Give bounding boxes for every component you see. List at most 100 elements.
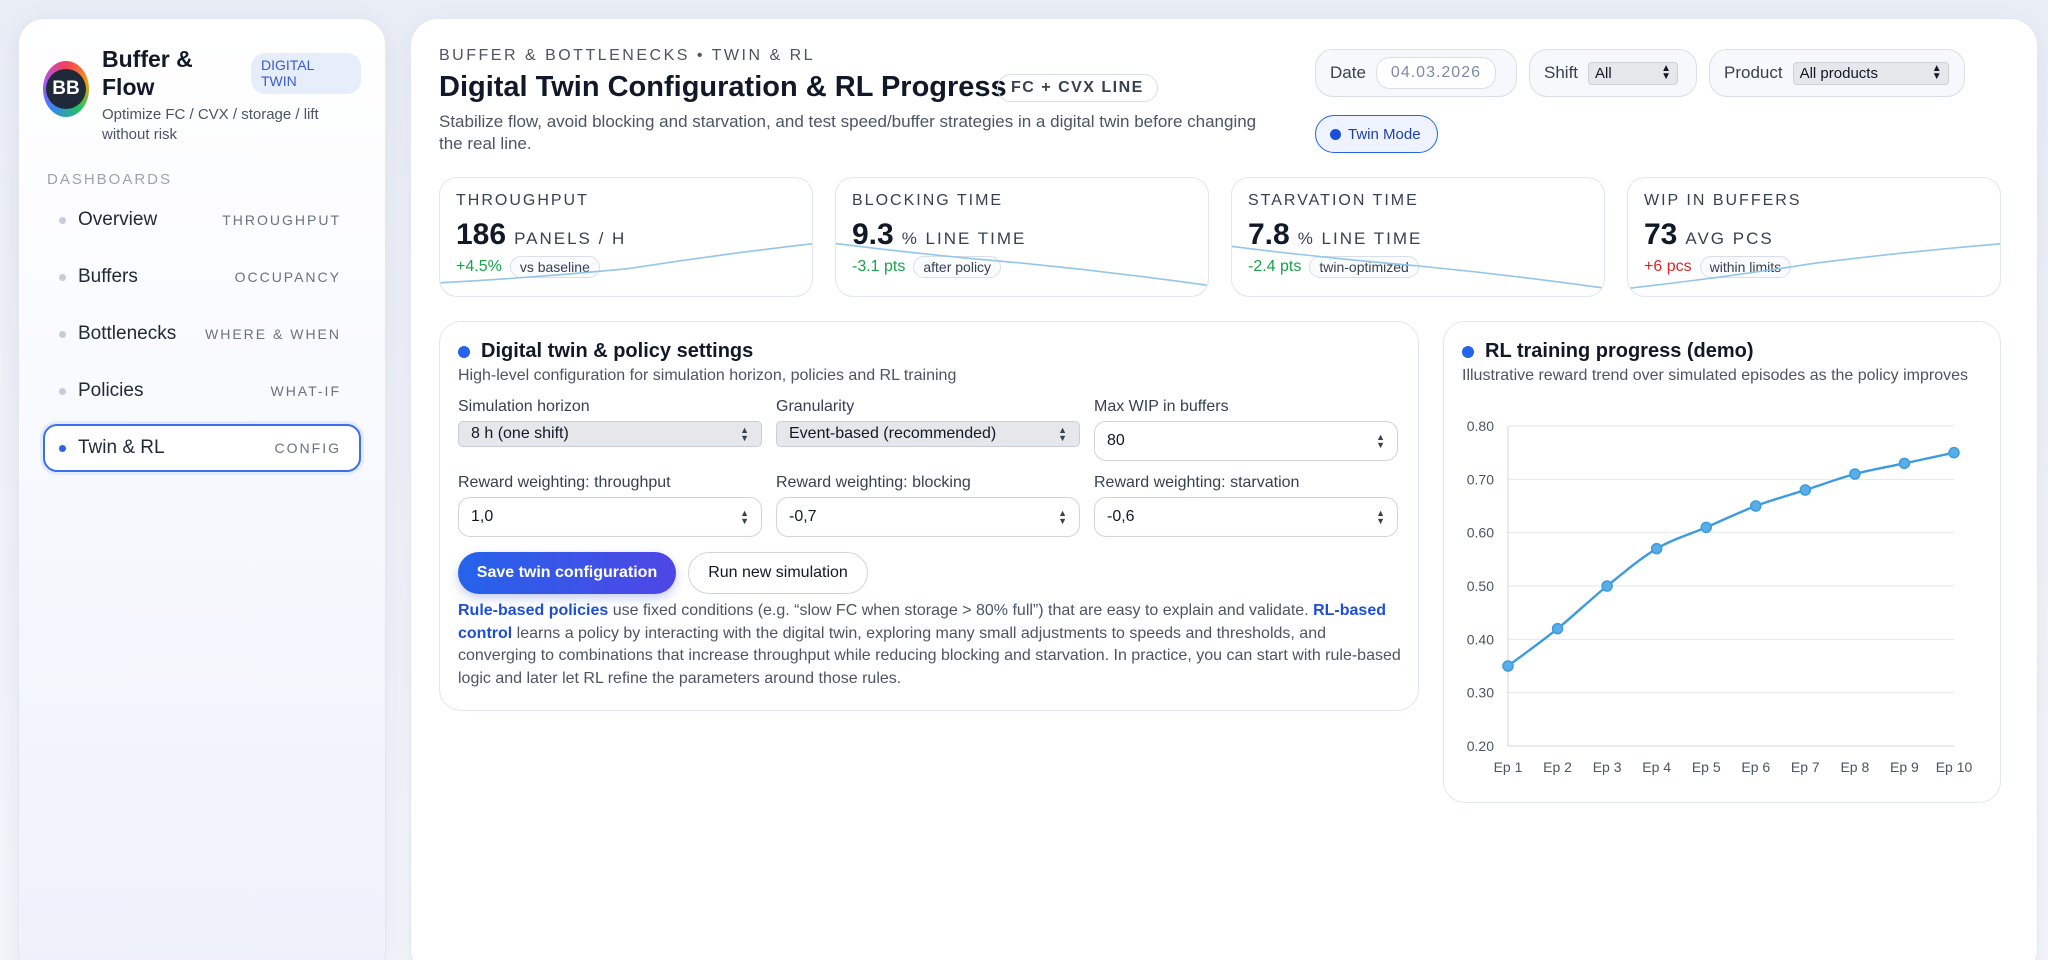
brand-logo-text: BB [46, 69, 86, 109]
data-point[interactable] [1849, 468, 1861, 480]
nav-dot [59, 444, 66, 452]
product-select-value: All products [1799, 64, 1878, 82]
max-wip-input[interactable]: 80 ▲ ▼ [1094, 421, 1398, 461]
data-point[interactable] [1898, 457, 1911, 470]
reward-throughput-input[interactable]: 1,0 ▲ ▼ [458, 497, 762, 537]
nav-dot [59, 387, 66, 395]
data-point[interactable] [1750, 500, 1762, 512]
sidebar-item-label: Twin & RL [78, 437, 165, 458]
sparkline-path [1232, 245, 1604, 289]
data-point[interactable] [1799, 484, 1812, 496]
brand-badge: DIGITAL TWIN [251, 53, 361, 94]
save-twin-config-button[interactable]: Save twin configuration [458, 552, 676, 594]
rl-progress-panel: RL training progress (demo) Illustrative… [1443, 321, 2001, 803]
field-label: Simulation horizon [458, 398, 590, 415]
shift-select[interactable]: All ▲ ▼ [1588, 61, 1679, 85]
reward-starvation-value: -0,6 [1107, 508, 1135, 525]
stepper-arrows-icon[interactable]: ▲ ▼ [1376, 433, 1385, 450]
kpi-card-blocking: BLOCKING TIME 9.3% LINE TIME -3.1 pts aft… [835, 177, 1209, 297]
stepper-arrows-icon[interactable]: ▲ ▼ [1058, 509, 1067, 526]
twin-mode-toggle[interactable]: Twin Mode [1315, 115, 1438, 153]
shift-filter: Shift All ▲ ▼ [1529, 49, 1697, 97]
x-tick-label: Ep 4 [1642, 759, 1671, 775]
sidebar-item-tag: WHERE & WHEN [205, 326, 341, 342]
sidebar-item-label: Buffers [78, 266, 138, 287]
nav-dot [59, 216, 66, 224]
brand-logo[interactable]: BB [43, 61, 89, 117]
select-arrows-icon: ▲ ▼ [740, 425, 749, 443]
sidebar: BB Buffer & Flow DIGITAL TWIN Optimize F… [18, 18, 386, 960]
product-label: Product [1724, 63, 1783, 82]
stepper-arrows-icon[interactable]: ▲ ▼ [740, 509, 749, 526]
data-point[interactable] [1601, 580, 1613, 592]
x-tick-label: Ep 2 [1543, 759, 1572, 775]
twin-mode-label: Twin Mode [1348, 125, 1421, 143]
data-point[interactable] [1502, 660, 1514, 672]
product-filter: Product All products ▲ ▼ [1709, 49, 1965, 97]
select-arrows-icon: ▲ ▼ [1058, 425, 1067, 443]
field-label: Reward weighting: throughput [458, 474, 671, 491]
data-point[interactable] [1551, 622, 1564, 635]
y-tick-label: 0.60 [1467, 525, 1494, 541]
reward-starvation-field: Reward weighting: starvation -0,6 ▲ ▼ [1094, 474, 1398, 537]
panel-title: RL training progress (demo) [1485, 340, 1754, 362]
horizon-select[interactable]: 8 h (one shift) ▲ ▼ [458, 421, 762, 447]
y-tick-label: 0.30 [1467, 685, 1494, 701]
data-point[interactable] [1650, 542, 1663, 555]
x-tick-label: Ep 5 [1692, 759, 1721, 775]
kpi-sparkline [440, 243, 812, 284]
select-arrows-icon: ▲ ▼ [1661, 63, 1672, 82]
date-input[interactable]: 04.03.2026 [1375, 57, 1496, 89]
nav-dot [59, 330, 66, 338]
max-wip-field: Max WIP in buffers 80 ▲ ▼ [1094, 398, 1398, 461]
sparkline-path [836, 242, 1208, 287]
sidebar-item-label: Overview [78, 209, 158, 230]
sidebar-item-label: Policies [78, 380, 144, 401]
sidebar-item-buffers[interactable]: Buffers OCCUPANCY [43, 253, 361, 301]
series-line [1507, 451, 1955, 667]
kpi-sparkline [1232, 245, 1604, 289]
sidebar-item-overview[interactable]: Overview THROUGHPUT [43, 196, 361, 244]
sidebar-item-label: Bottlenecks [78, 323, 177, 344]
brand: BB Buffer & Flow DIGITAL TWIN Optimize F… [43, 45, 361, 145]
granularity-field: Granularity Event-based (recommended) ▲ ▼ [776, 398, 1080, 447]
sidebar-item-twin-rl[interactable]: Twin & RL CONFIG [43, 424, 361, 472]
field-label: Reward weighting: blocking [776, 474, 971, 491]
breadcrumb: BUFFER & BOTTLENECKS • TWIN & RL [439, 47, 816, 64]
brand-title: Buffer & Flow [102, 46, 193, 100]
x-tick-label: Ep 8 [1840, 759, 1869, 775]
reward-starvation-input[interactable]: -0,6 ▲ ▼ [1094, 497, 1398, 537]
reward-blocking-input[interactable]: -0,7 ▲ ▼ [776, 497, 1080, 537]
run-simulation-button[interactable]: Run new simulation [688, 552, 868, 594]
sidebar-item-bottlenecks[interactable]: Bottlenecks WHERE & WHEN [43, 310, 361, 358]
rl-reward-chart: 0.80 0.70 0.60 0.50 0.40 0.30 0.20Ep 1 Ep 2 Ep 3… [1467, 418, 1973, 775]
panel-dot-icon [458, 345, 470, 358]
y-tick-label: 0.50 [1467, 578, 1494, 594]
stepper-arrows-icon[interactable]: ▲ ▼ [1376, 509, 1385, 526]
main-content: BUFFER & BOTTLENECKS • TWIN & RL Digital… [410, 18, 2038, 960]
select-arrows-icon: ▲ ▼ [1931, 63, 1942, 82]
sidebar-item-tag: OCCUPANCY [234, 269, 341, 285]
x-tick-label: Ep 3 [1593, 759, 1622, 775]
granularity-select-value: Event-based (recommended) [789, 425, 997, 442]
field-label: Granularity [776, 398, 855, 415]
product-select[interactable]: All products ▲ ▼ [1792, 61, 1949, 85]
data-point[interactable] [1948, 446, 1960, 459]
panel-subtitle: Illustrative reward trend over simulated… [1462, 367, 1969, 384]
y-tick-label: 0.40 [1467, 631, 1494, 647]
kpi-sparkline [836, 242, 1208, 287]
x-tick-label: Ep 6 [1741, 759, 1770, 775]
sidebar-item-policies[interactable]: Policies WHAT-IF [43, 367, 361, 415]
horizon-field: Simulation horizon 8 h (one shift) ▲ ▼ [458, 398, 762, 447]
panel-subtitle: High-level configuration for simulation … [458, 367, 957, 384]
y-tick-label: 0.20 [1467, 738, 1494, 754]
data-point[interactable] [1700, 521, 1712, 534]
reward-blocking-value: -0,7 [789, 508, 817, 525]
line-badge: FC + CVX LINE [997, 74, 1158, 102]
kpi-sparkline [1628, 242, 2000, 290]
shift-label: Shift [1544, 63, 1579, 82]
rule-based-link[interactable]: Rule-based policies [458, 602, 608, 619]
granularity-select[interactable]: Event-based (recommended) ▲ ▼ [776, 421, 1080, 447]
field-label: Reward weighting: starvation [1094, 474, 1300, 491]
page-subtitle: Stabilize flow, avoid blocking and starv… [439, 112, 1257, 153]
